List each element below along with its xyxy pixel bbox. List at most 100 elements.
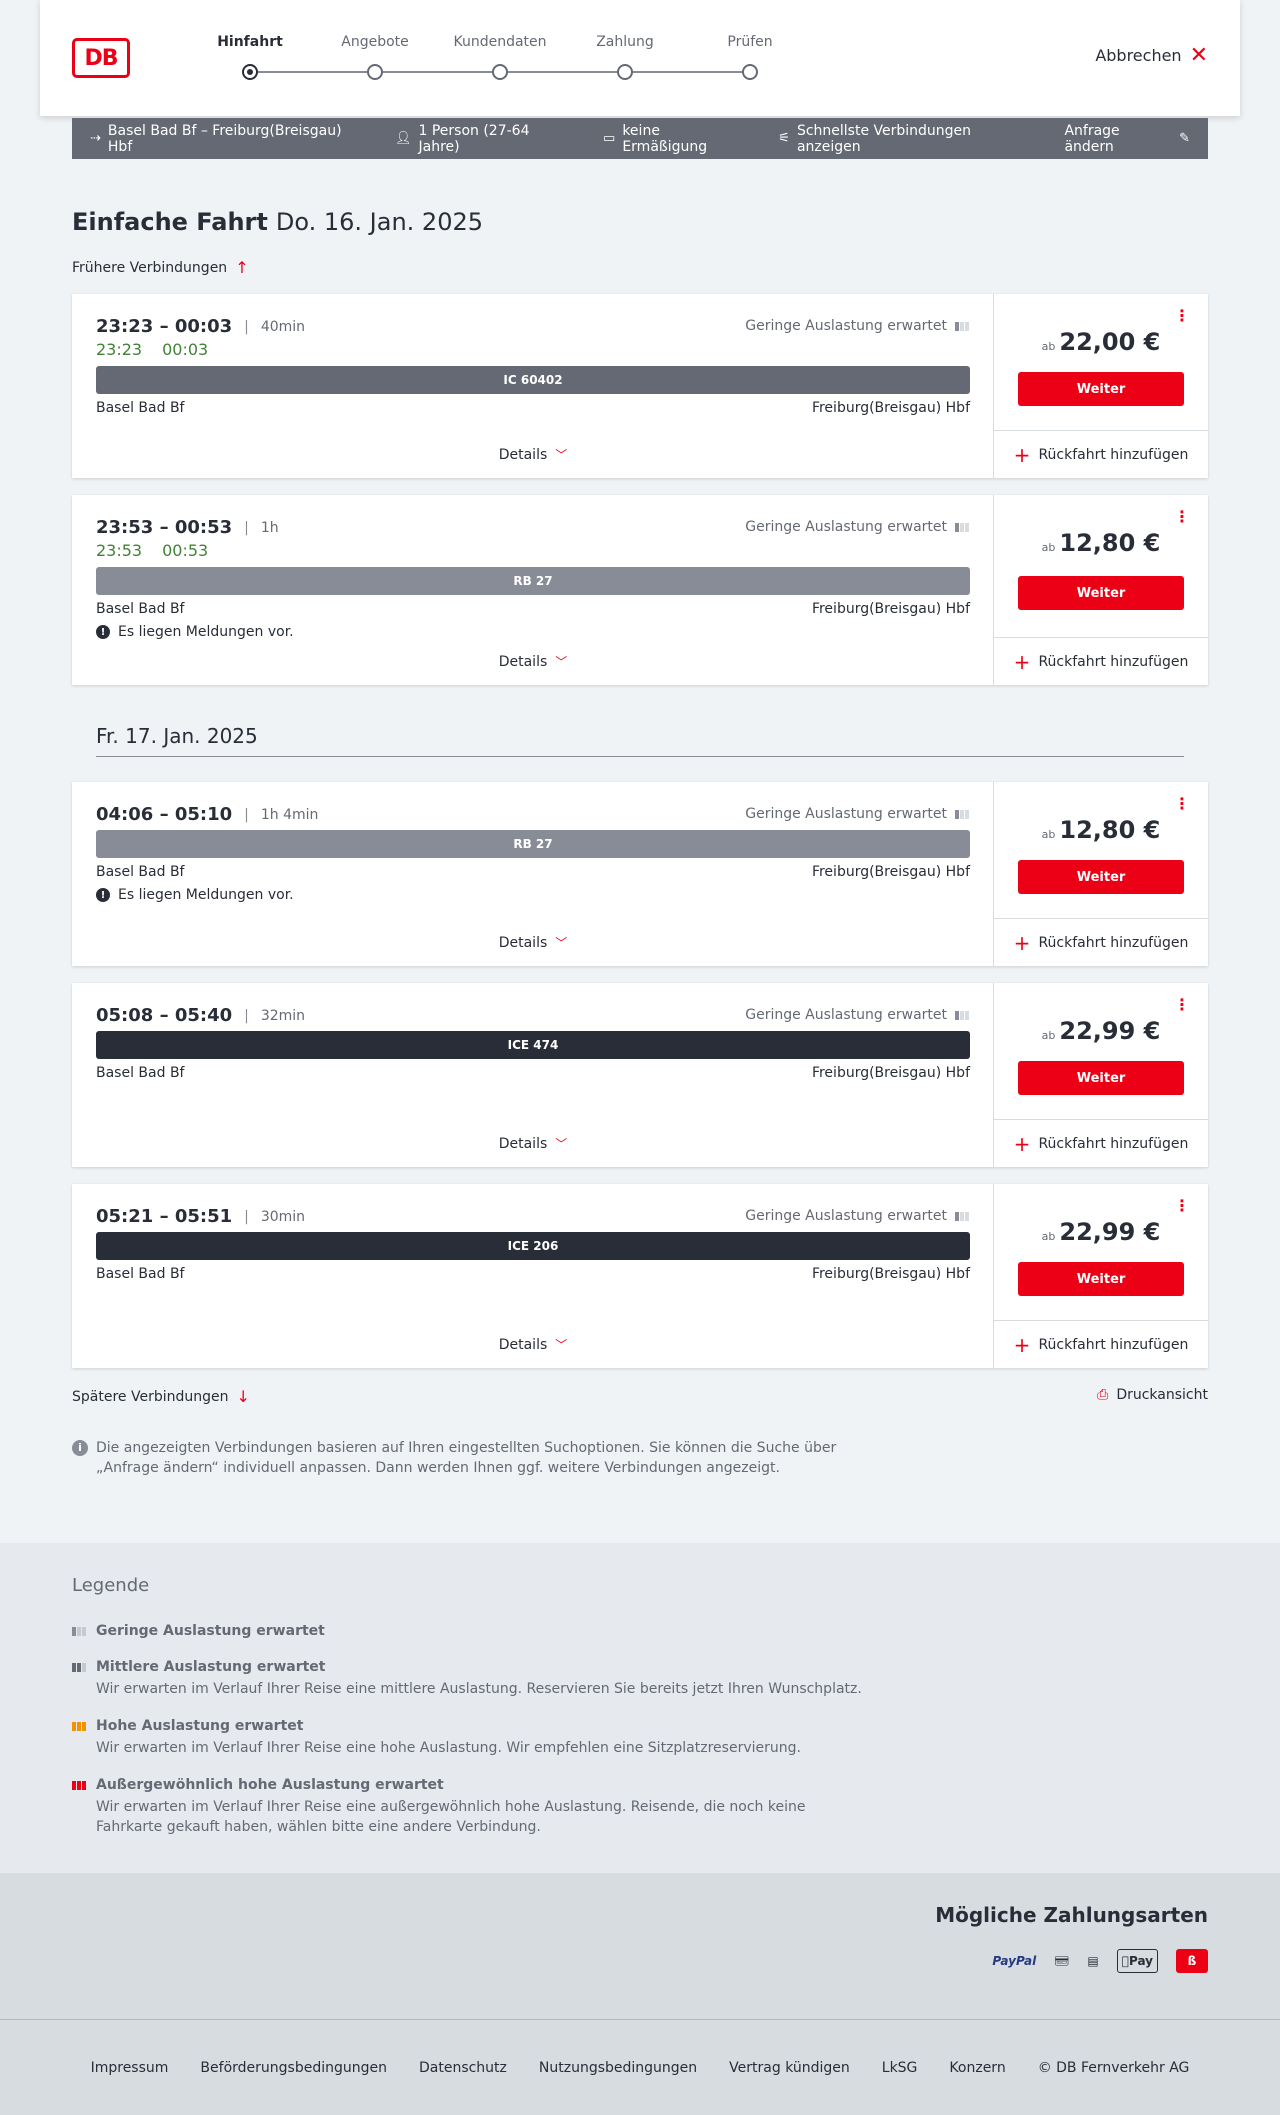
pencil-icon: ✎ <box>1179 131 1191 146</box>
step-label-zahlung: Zahlung <box>596 34 654 50</box>
step-dot-kundendaten <box>492 64 508 80</box>
card-icon: ▭ <box>603 131 616 146</box>
destination-station: Freiburg(Breisgau) Hbf <box>811 864 970 880</box>
trip-type: Einfache Fahrt <box>72 208 268 236</box>
price: ab 22,99 € <box>994 1218 1208 1246</box>
legend-title: Legende <box>72 1575 150 1596</box>
connection-card[interactable]: 23:23 – 00:03 | 40min 23:23 00:03 Geringe A… <box>72 294 1208 478</box>
print-view-link[interactable]: ⎙ Druckansicht <box>1097 1387 1208 1403</box>
db-bonus-icon: ß <box>1176 1949 1208 1973</box>
note-text: Die angezeigten Verbindungen basieren au… <box>96 1440 837 1476</box>
continue-button[interactable]: Weiter <box>1018 576 1184 610</box>
more-options-icon[interactable]: ⋮ <box>1174 509 1190 525</box>
paypal-icon: PayPal <box>992 1954 1037 1968</box>
continue-button[interactable]: Weiter <box>1018 860 1184 894</box>
chevron-down-icon: ﹀ <box>555 655 568 669</box>
occupancy-low-icon <box>955 522 969 532</box>
plus-icon: + <box>1013 1332 1031 1357</box>
earlier-label: Frühere Verbindungen <box>72 259 228 276</box>
cancel-button[interactable]: Abbrechen ✕ <box>1095 44 1208 66</box>
footer-link-vertrag-kuendigen[interactable]: Vertrag kündigen <box>729 2060 850 2076</box>
destination-station: Freiburg(Breisgau) Hbf <box>811 1266 970 1282</box>
occupancy-label: Geringe Auslastung erwartet <box>745 1208 947 1224</box>
footer-copyright: © DB Fernverkehr AG <box>1037 2059 1190 2076</box>
later-label: Spätere Verbindungen <box>72 1388 229 1405</box>
train-bar[interactable]: RB 27 <box>96 567 970 595</box>
earlier-connections-link[interactable]: Frühere Verbindungen ↑ <box>72 258 249 277</box>
details-toggle[interactable]: Details ﹀ <box>72 934 994 951</box>
time-range: 23:23 – 00:03 <box>96 316 233 337</box>
separator: | <box>244 519 249 536</box>
connection-card[interactable]: 05:21 – 05:51 | 30min Geringe Auslastung e… <box>72 1184 1208 1368</box>
more-options-icon[interactable]: ⋮ <box>1174 796 1190 812</box>
price-panel: ⋮ ab 22,99 € Weiter + Rückfahrt hinzufügen <box>994 1184 1208 1368</box>
price-value: 22,00 € <box>1059 328 1161 356</box>
train-bar[interactable]: ICE 206 <box>96 1232 970 1260</box>
connection-card[interactable]: 04:06 – 05:10 | 1h 4min Geringe Auslastung… <box>72 782 1208 966</box>
connection-main: 04:06 – 05:10 | 1h 4min Geringe Auslastung… <box>72 782 994 966</box>
more-options-icon[interactable]: ⋮ <box>1174 308 1190 324</box>
train-bar[interactable]: RB 27 <box>96 830 970 858</box>
duration: 1h <box>260 519 279 536</box>
train-bar[interactable]: IC 60402 <box>96 366 970 394</box>
connection-main: 23:53 – 00:53 | 1h 23:53 00:53 Geringe Ausl… <box>72 495 994 685</box>
date-divider-label: Fr. 17. Jan. 2025 <box>96 724 258 748</box>
exclamation-icon: ! <box>96 888 110 902</box>
add-return-label: Rückfahrt hinzufügen <box>1038 446 1189 463</box>
payment-title: Mögliche Zahlungsarten <box>935 1903 1208 1927</box>
change-request-button[interactable]: Anfrage ändern ✎ <box>1064 123 1190 155</box>
occupancy-low-icon <box>72 1626 88 1636</box>
add-return-button[interactable]: + Rückfahrt hinzufügen <box>994 637 1208 685</box>
add-return-button[interactable]: + Rückfahrt hinzufügen <box>994 1320 1208 1368</box>
disruption-message: ! Es liegen Meldungen vor. <box>96 624 294 640</box>
realtime-departure: 23:53 <box>96 541 143 560</box>
arrow-up-icon: ↑ <box>235 258 249 277</box>
add-return-button[interactable]: + Rückfahrt hinzufügen <box>994 430 1208 478</box>
page-title: Einfache Fahrt Do. 16. Jan. 2025 <box>72 208 483 236</box>
details-label: Details <box>498 1336 548 1353</box>
footer-link-datenschutz[interactable]: Datenschutz <box>419 2060 507 2076</box>
db-logo[interactable]: DB <box>72 38 130 78</box>
occupancy-info: Geringe Auslastung erwartet <box>745 1007 969 1023</box>
continue-button[interactable]: Weiter <box>1018 372 1184 406</box>
realtime-arrival: 00:03 <box>162 340 209 359</box>
connection-times: 23:53 – 00:53 | 1h <box>96 517 279 538</box>
origin-station: Basel Bad Bf <box>96 1065 185 1081</box>
footer-link-konzern[interactable]: Konzern <box>949 2060 1005 2076</box>
connection-card[interactable]: 05:08 – 05:40 | 32min Geringe Auslastung e… <box>72 983 1208 1167</box>
legend-item-desc: Wir erwarten im Verlauf Ihrer Reise eine… <box>96 1681 862 1697</box>
occupancy-medium-icon <box>72 1662 88 1672</box>
connection-times: 05:08 – 05:40 | 32min <box>96 1005 305 1026</box>
chevron-down-icon: ﹀ <box>555 936 568 950</box>
discount-text: keine Ermäßigung <box>622 122 708 155</box>
fastest-summary: ⚟ Schnellste Verbindungen anzeigen <box>778 123 1030 155</box>
connection-card[interactable]: 23:53 – 00:53 | 1h 23:53 00:53 Geringe Ausl… <box>72 495 1208 685</box>
details-toggle[interactable]: Details ﹀ <box>72 653 994 670</box>
details-toggle[interactable]: Details ﹀ <box>72 1135 994 1152</box>
footer-link-impressum[interactable]: Impressum <box>91 2060 169 2076</box>
booking-header: DB Hinfahrt Angebote Kundendaten Zahlung… <box>40 0 1240 116</box>
add-return-button[interactable]: + Rückfahrt hinzufügen <box>994 1119 1208 1167</box>
add-return-button[interactable]: + Rückfahrt hinzufügen <box>994 918 1208 966</box>
footer-link-lksg[interactable]: LkSG <box>882 2060 918 2076</box>
footer-link-nutzungsbedingungen[interactable]: Nutzungsbedingungen <box>539 2060 697 2076</box>
later-connections-link[interactable]: Spätere Verbindungen ↓ <box>72 1387 250 1406</box>
more-options-icon[interactable]: ⋮ <box>1174 1198 1190 1214</box>
separator: | <box>244 1208 249 1225</box>
occupancy-label: Geringe Auslastung erwartet <box>745 519 947 535</box>
occupancy-low-icon <box>955 809 969 819</box>
price-prefix: ab <box>1041 1230 1056 1243</box>
price-value: 12,80 € <box>1059 529 1161 557</box>
details-toggle[interactable]: Details ﹀ <box>72 446 994 463</box>
price: ab 12,80 € <box>994 529 1208 557</box>
more-options-icon[interactable]: ⋮ <box>1174 997 1190 1013</box>
continue-button[interactable]: Weiter <box>1018 1262 1184 1296</box>
details-toggle[interactable]: Details ﹀ <box>72 1336 994 1353</box>
price-prefix: ab <box>1041 828 1056 841</box>
footer-link-befoerderungsbedingungen[interactable]: Beförderungsbedingungen <box>200 2060 387 2076</box>
route-arrow-icon: ⇢ <box>90 131 101 146</box>
continue-button[interactable]: Weiter <box>1018 1061 1184 1095</box>
price-value: 22,99 € <box>1059 1218 1161 1246</box>
train-bar[interactable]: ICE 474 <box>96 1031 970 1059</box>
origin-station: Basel Bad Bf <box>96 864 185 880</box>
